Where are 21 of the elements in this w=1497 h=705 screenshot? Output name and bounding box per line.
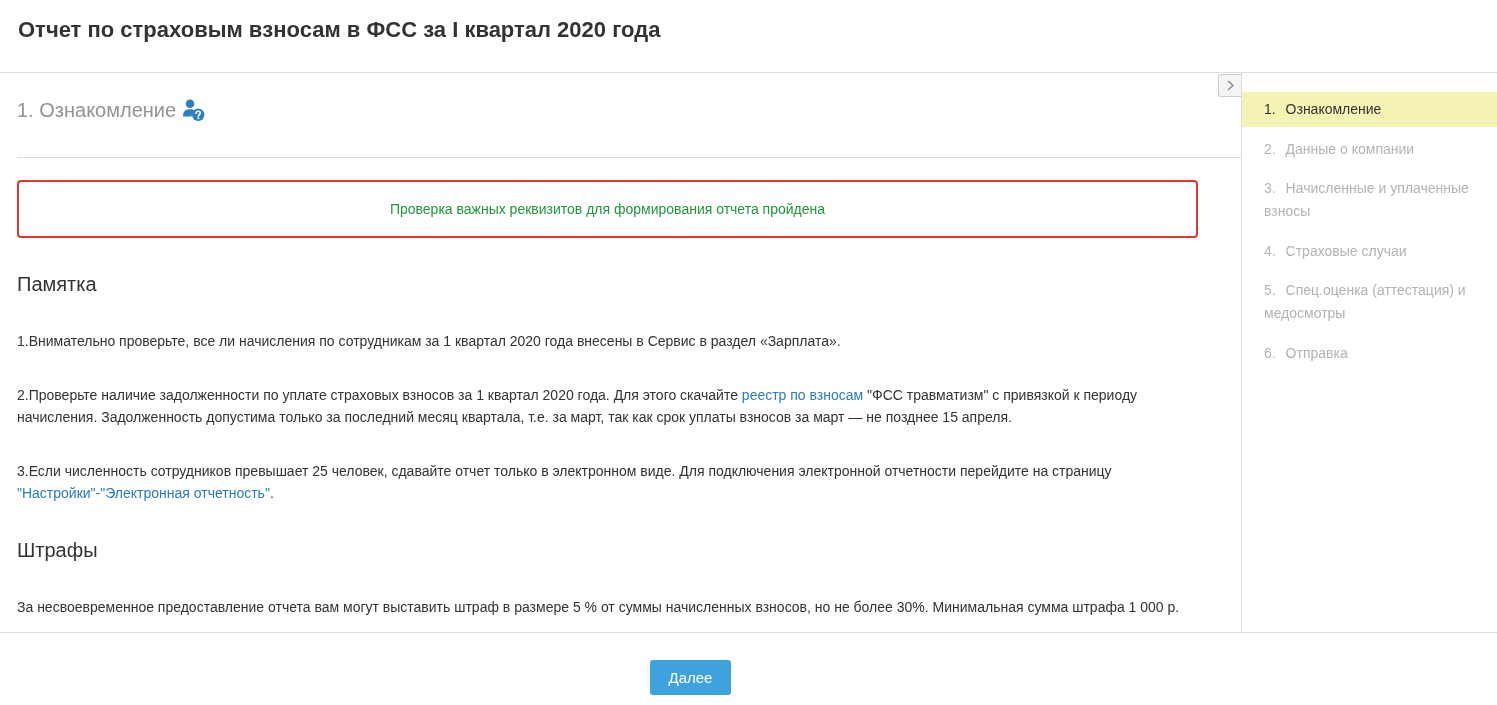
paragraph: 1.Внимательно проверьте, все ли начисления по сотрудникам за 1 квартал 2020 года внесены в Сервис в раздел «Зарплата». [17, 332, 842, 351]
link[interactable]: реестр по взносам [741, 387, 864, 403]
step-title: 1. Ознакомление [17, 98, 177, 123]
user-help-icon[interactable] [183, 99, 206, 121]
sidebar-step-item[interactable]: 2. Данные о компании [1242, 131, 1497, 167]
page-title: Отчет по страховым взносам в ФСС за I квартал 2020 года [17, 16, 661, 44]
sidebar-step-item[interactable]: 6. Отправка [1242, 335, 1497, 371]
chevron-right-icon [1226, 80, 1234, 91]
paragraph: 2.Проверьте наличие задолженности по уплате страховых взносов за 1 квартал 2020 года. Для этого скачайте реестр по взносам "ФСС травматизм" с привязкой к периоду начисления. Задолженность допустима только за последний месяц квартала, т.е. за март, так как срок уплаты взносов за март — не позднее 15 апреля. [17, 386, 1139, 427]
sidebar-step-item[interactable]: 1. Ознакомление [1242, 92, 1497, 127]
paragraph: 3.Если численность сотрудников превышает 25 человек, сдавайте отчет только в электронном виде. Для подключения электронной отчетности перейдите на страницу "Настройки"-"Электронная отчетность". [17, 462, 1113, 503]
section-heading: Памятка [17, 272, 98, 297]
sidebar-step-item[interactable]: 5. Спец.оценка (аттестация) и медосмотры [1242, 273, 1497, 331]
paragraph: За несвоевременное предоставление отчета вам могут выставить штраф в размере 5 % от суммы начисленных взносов, но не более 30%. Минимальная сумма штрафа 1 000 р. [17, 598, 1181, 617]
link[interactable]: "Настройки"-"Электронная отчетность" [17, 485, 270, 501]
sidebar-toggle-button[interactable] [1218, 74, 1241, 97]
sidebar-step-item[interactable]: 4. Страховые случаи [1242, 233, 1497, 269]
next-button[interactable]: Далее [650, 660, 731, 695]
sidebar-step-item[interactable]: 3. Начисленные и уплаченные взносы [1242, 171, 1497, 229]
section-heading: Штрафы [17, 538, 99, 563]
validation-message: Проверка важных реквизитов для формирования отчета пройдена [17, 180, 1198, 238]
